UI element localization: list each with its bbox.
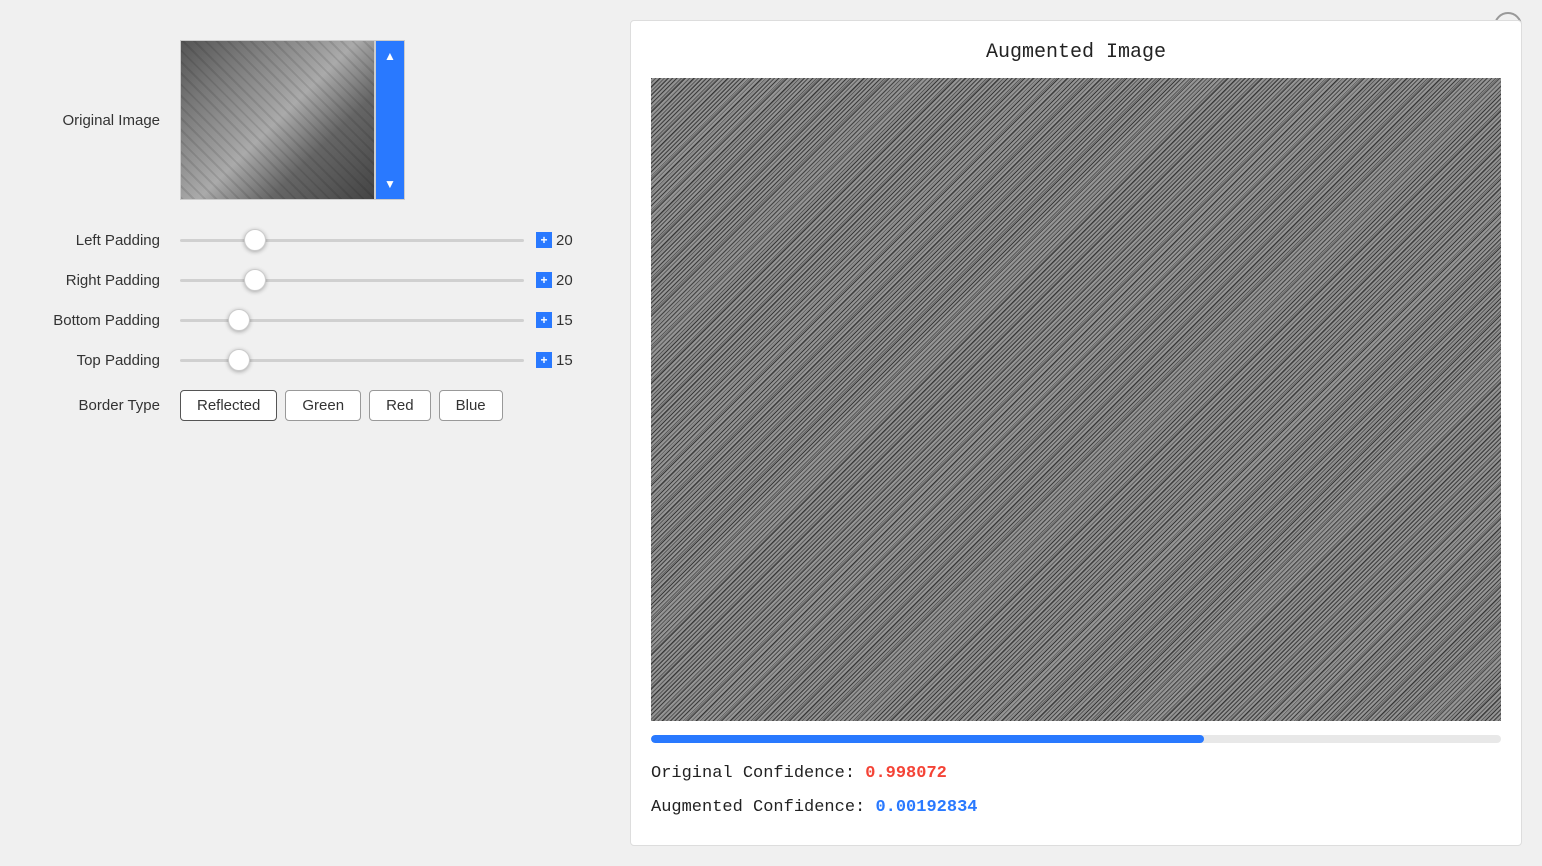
right-padding-value: 20 <box>556 272 580 289</box>
border-btn-green[interactable]: Green <box>285 390 361 421</box>
top-padding-slider[interactable] <box>180 359 524 362</box>
original-confidence-row: Original Confidence: 0.998072 <box>651 757 1501 791</box>
progress-bar-fill <box>651 735 1204 743</box>
right-panel: Augmented Image Original Confidence: 0.9… <box>630 20 1522 846</box>
augmented-confidence-label: Augmented Confidence: <box>651 798 865 817</box>
top-padding-value: 15 <box>556 352 580 369</box>
border-type-buttons: Reflected Green Red Blue <box>180 390 503 421</box>
right-padding-slider[interactable] <box>180 279 524 282</box>
top-padding-label: Top Padding <box>40 352 160 369</box>
left-padding-row: Left Padding + 20 <box>40 230 580 250</box>
bottom-padding-label: Bottom Padding <box>40 312 160 329</box>
border-type-label: Border Type <box>40 397 160 414</box>
top-padding-value-container: + 15 <box>536 352 580 369</box>
scroll-up-btn[interactable]: ▲ <box>376 41 404 71</box>
image-selector: ▲ ▼ <box>180 40 405 200</box>
left-panel: Original Image ▲ ▼ Left Padding + 20 Rig… <box>0 0 620 866</box>
right-padding-value-container: + 20 <box>536 272 580 289</box>
scroll-down-btn[interactable]: ▼ <box>376 169 404 199</box>
original-confidence-label: Original Confidence: <box>651 764 855 783</box>
progress-bar-container <box>651 735 1501 743</box>
top-padding-plus-icon: + <box>536 352 552 368</box>
image-scrollbar[interactable]: ▲ ▼ <box>375 40 405 200</box>
left-padding-plus-icon: + <box>536 232 552 248</box>
left-padding-label: Left Padding <box>40 232 160 249</box>
original-confidence-value: 0.998072 <box>865 764 947 783</box>
right-padding-plus-icon: + <box>536 272 552 288</box>
right-padding-label: Right Padding <box>40 272 160 289</box>
original-image-label: Original Image <box>40 112 160 129</box>
left-padding-slider[interactable] <box>180 239 524 242</box>
border-type-row: Border Type Reflected Green Red Blue <box>40 390 580 421</box>
augmented-image <box>651 78 1501 721</box>
border-btn-blue[interactable]: Blue <box>439 390 503 421</box>
bottom-padding-value: 15 <box>556 312 580 329</box>
right-padding-row: Right Padding + 20 <box>40 270 580 290</box>
original-image-inner <box>181 41 374 199</box>
left-padding-wrapper <box>180 230 524 250</box>
scroll-thumb <box>376 71 404 169</box>
augmented-title: Augmented Image <box>651 41 1501 64</box>
left-padding-value: 20 <box>556 232 580 249</box>
bottom-padding-wrapper <box>180 310 524 330</box>
top-padding-row: Top Padding + 15 <box>40 350 580 370</box>
confidence-section: Original Confidence: 0.998072 Augmented … <box>651 757 1501 825</box>
bottom-padding-plus-icon: + <box>536 312 552 328</box>
left-padding-value-container: + 20 <box>536 232 580 249</box>
augmented-image-container <box>651 78 1501 721</box>
top-padding-wrapper <box>180 350 524 370</box>
original-image-row: Original Image ▲ ▼ <box>40 40 580 200</box>
bottom-padding-row: Bottom Padding + 15 <box>40 310 580 330</box>
original-image-thumb <box>180 40 375 200</box>
border-btn-red[interactable]: Red <box>369 390 431 421</box>
bottom-padding-value-container: + 15 <box>536 312 580 329</box>
augmented-confidence-row: Augmented Confidence: 0.00192834 <box>651 791 1501 825</box>
bottom-padding-slider[interactable] <box>180 319 524 322</box>
right-padding-wrapper <box>180 270 524 290</box>
augmented-confidence-value: 0.00192834 <box>875 798 977 817</box>
border-btn-reflected[interactable]: Reflected <box>180 390 277 421</box>
